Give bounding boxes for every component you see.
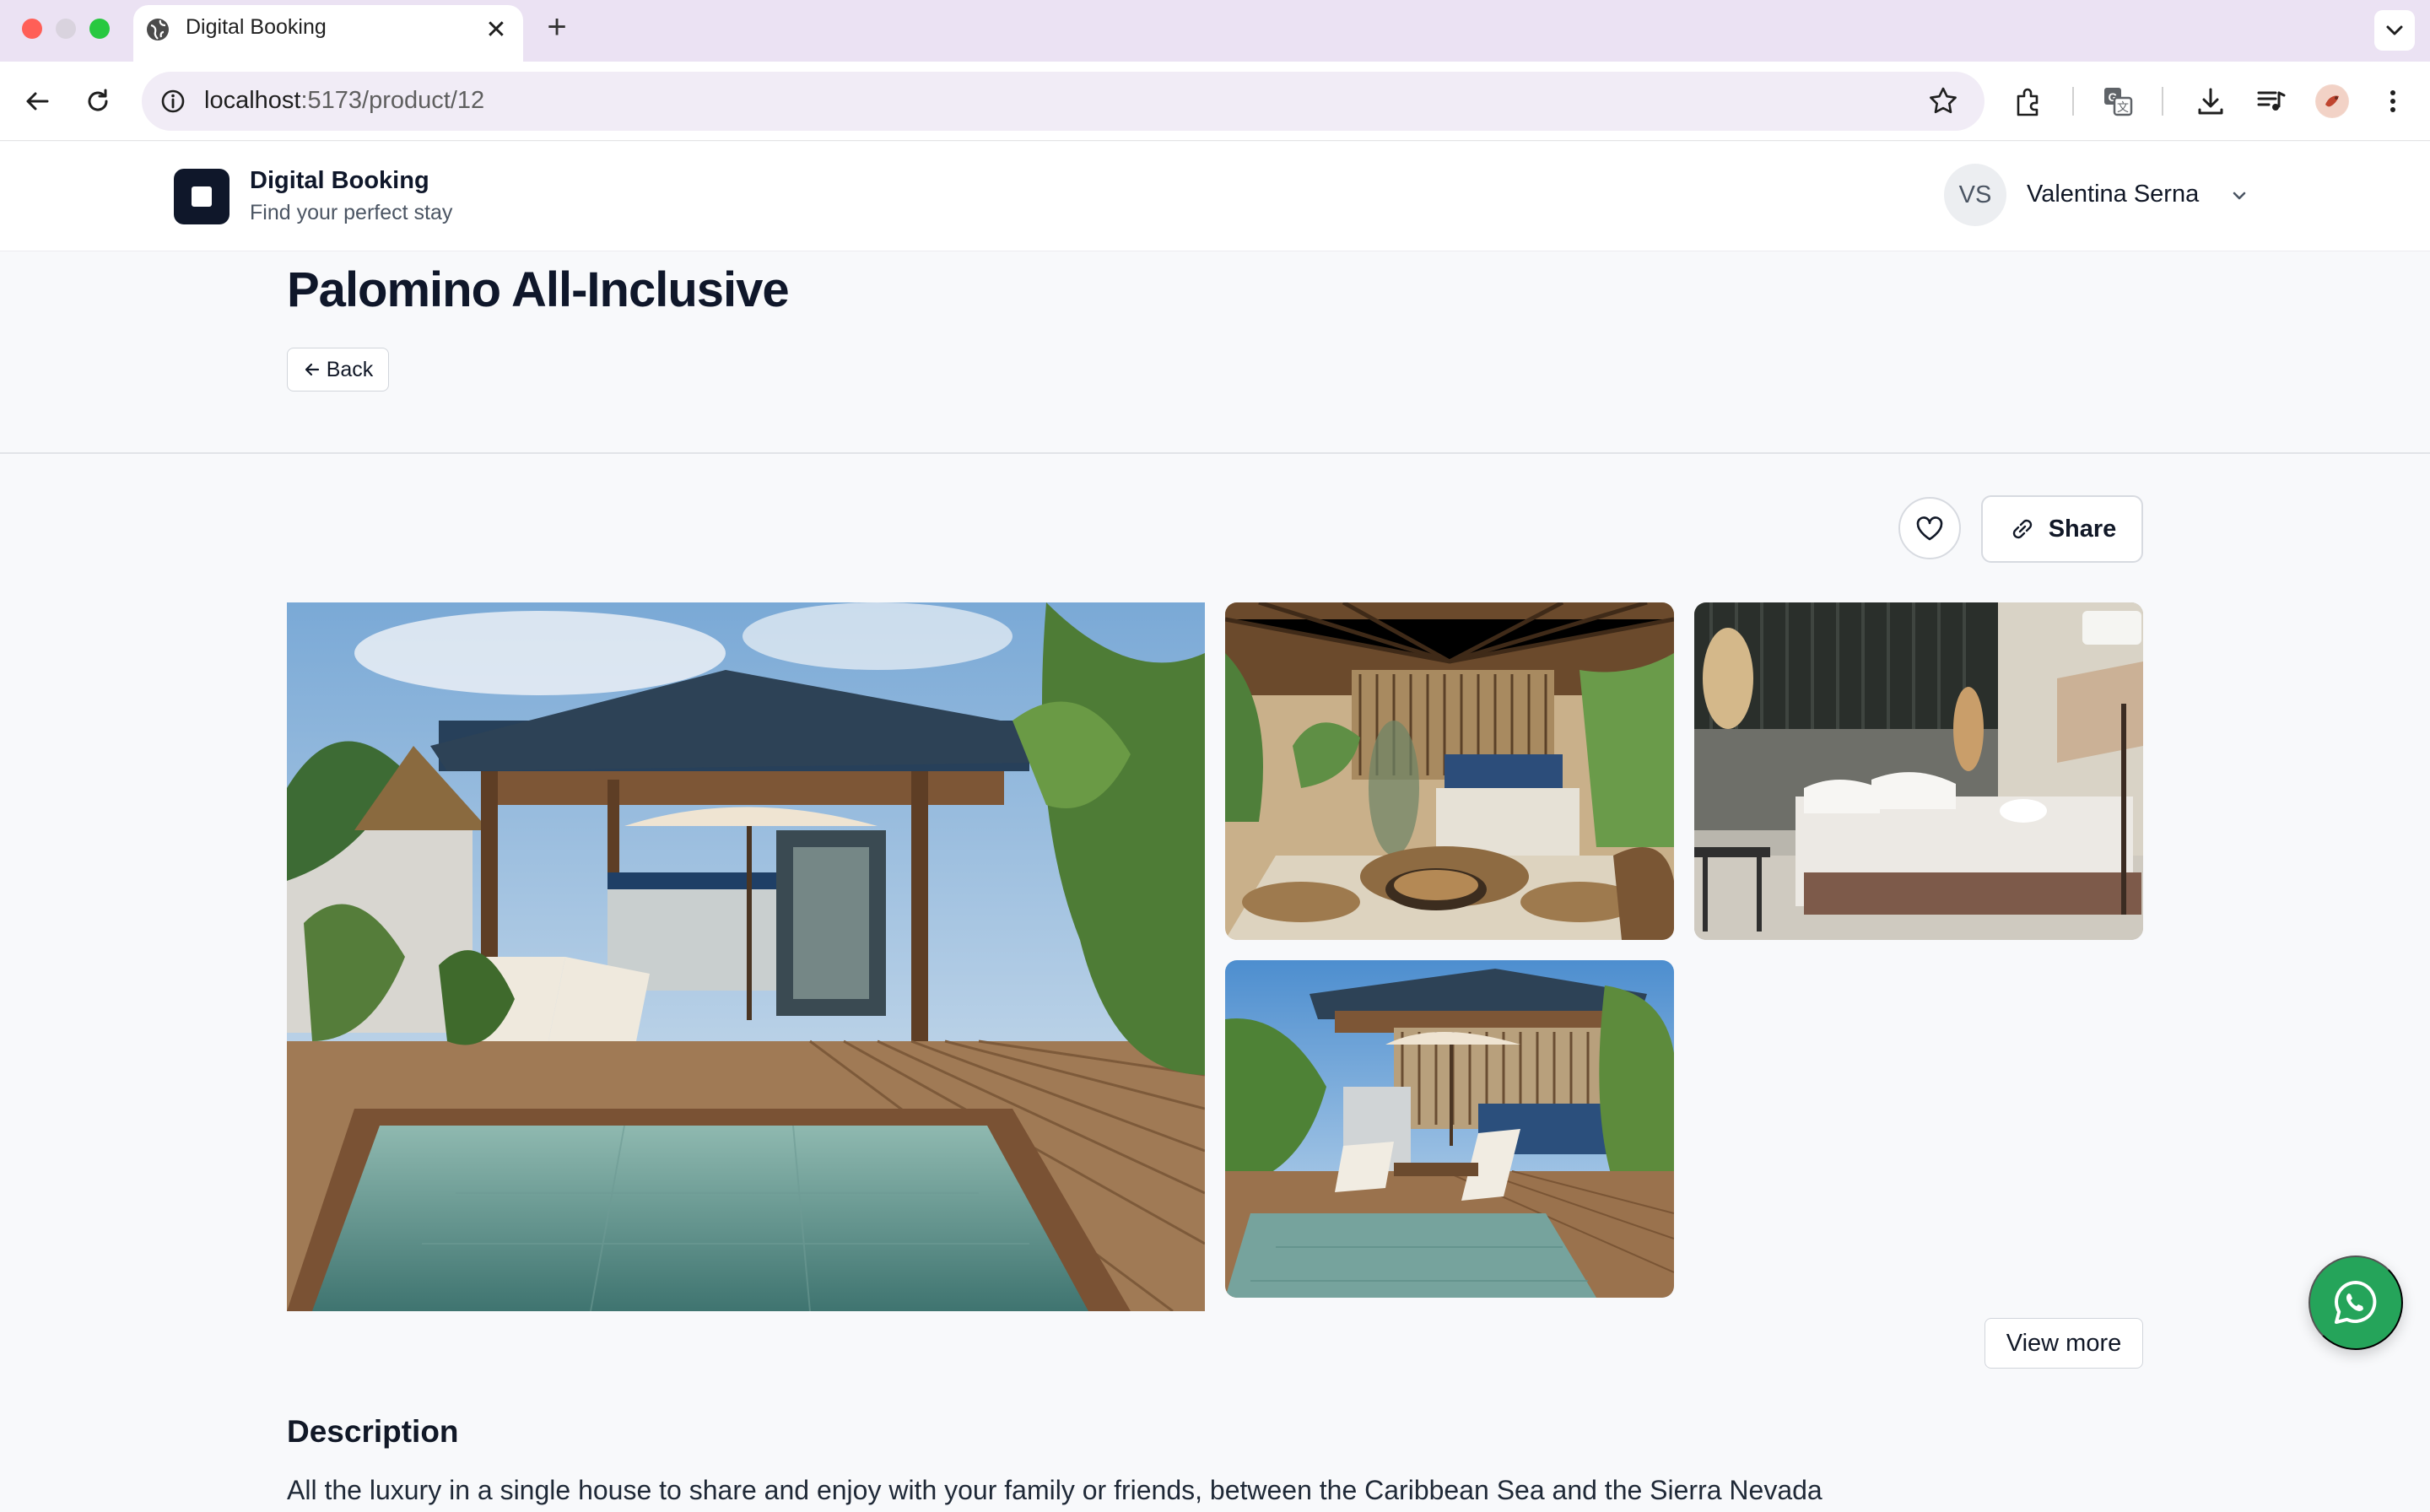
- url-path: :5173/product/12: [300, 87, 485, 114]
- brand-name[interactable]: Digital Booking: [250, 167, 429, 195]
- whatsapp-button[interactable]: [2308, 1256, 2403, 1350]
- brand-tagline: Find your perfect stay: [250, 201, 453, 224]
- logo-mark: [192, 186, 212, 207]
- back-button[interactable]: Back: [287, 348, 389, 392]
- description-heading: Description: [287, 1414, 459, 1449]
- back-arrow-icon[interactable]: [17, 81, 57, 122]
- minimize-window-button[interactable]: [56, 19, 76, 39]
- browser-toolbar: localhost:5173/product/12 G文: [0, 62, 2430, 141]
- extensions-icon[interactable]: [2008, 81, 2049, 122]
- view-more-button[interactable]: View more: [1984, 1318, 2143, 1369]
- translate-icon[interactable]: G文: [2098, 81, 2138, 122]
- address-bar[interactable]: localhost:5173/product/12: [142, 72, 1984, 131]
- more-icon[interactable]: [2373, 81, 2413, 122]
- tab-title: Digital Booking: [186, 15, 327, 39]
- globe-icon: [145, 17, 170, 42]
- share-label: Share: [2048, 515, 2117, 543]
- tab-search-button[interactable]: [2374, 10, 2415, 51]
- app-header: Digital Booking Find your perfect stay V…: [0, 142, 2430, 251]
- media-icon[interactable]: [2251, 81, 2292, 122]
- star-icon[interactable]: [1925, 84, 1961, 119]
- logo[interactable]: [174, 169, 230, 224]
- gallery-image-bedroom[interactable]: [1694, 602, 2143, 940]
- close-window-button[interactable]: [22, 19, 42, 39]
- heart-icon: [1916, 516, 1943, 541]
- back-label: Back: [326, 357, 374, 381]
- whatsapp-icon: [2335, 1281, 2377, 1324]
- chevron-down-icon[interactable]: [2224, 181, 2254, 211]
- gallery-image-dining[interactable]: [1225, 602, 1674, 940]
- chevron-down-icon: [2386, 25, 2403, 35]
- toolbar-separator: [2072, 87, 2074, 116]
- gallery-main-image[interactable]: [287, 602, 1205, 1311]
- page-title: Palomino All-Inclusive: [287, 262, 790, 317]
- info-icon[interactable]: [157, 85, 189, 117]
- share-button[interactable]: Share: [1981, 495, 2143, 563]
- svg-text:文: 文: [2117, 100, 2129, 114]
- user-name[interactable]: Valentina Serna: [2027, 181, 2199, 208]
- browser-tab-bar: Digital Booking ✕ +: [0, 0, 2430, 62]
- toolbar-separator: [2162, 87, 2163, 116]
- close-icon[interactable]: ✕: [481, 15, 511, 46]
- section-divider: [0, 452, 2430, 454]
- avatar[interactable]: VS: [1944, 164, 2006, 226]
- zoom-window-button[interactable]: [89, 19, 110, 39]
- reload-icon[interactable]: [78, 81, 118, 122]
- description-text: All the luxury in a single house to shar…: [287, 1475, 1822, 1505]
- plus-icon[interactable]: +: [540, 10, 574, 44]
- url-text[interactable]: localhost:5173/product/12: [204, 87, 484, 115]
- favorite-button[interactable]: [1898, 497, 1961, 559]
- gallery-image-pool[interactable]: [1225, 960, 1674, 1298]
- arrow-left-icon: [305, 363, 319, 376]
- download-icon[interactable]: [2190, 81, 2231, 122]
- profile-icon[interactable]: [2312, 81, 2352, 122]
- url-host: localhost: [204, 87, 301, 114]
- link-icon: [2012, 519, 2032, 539]
